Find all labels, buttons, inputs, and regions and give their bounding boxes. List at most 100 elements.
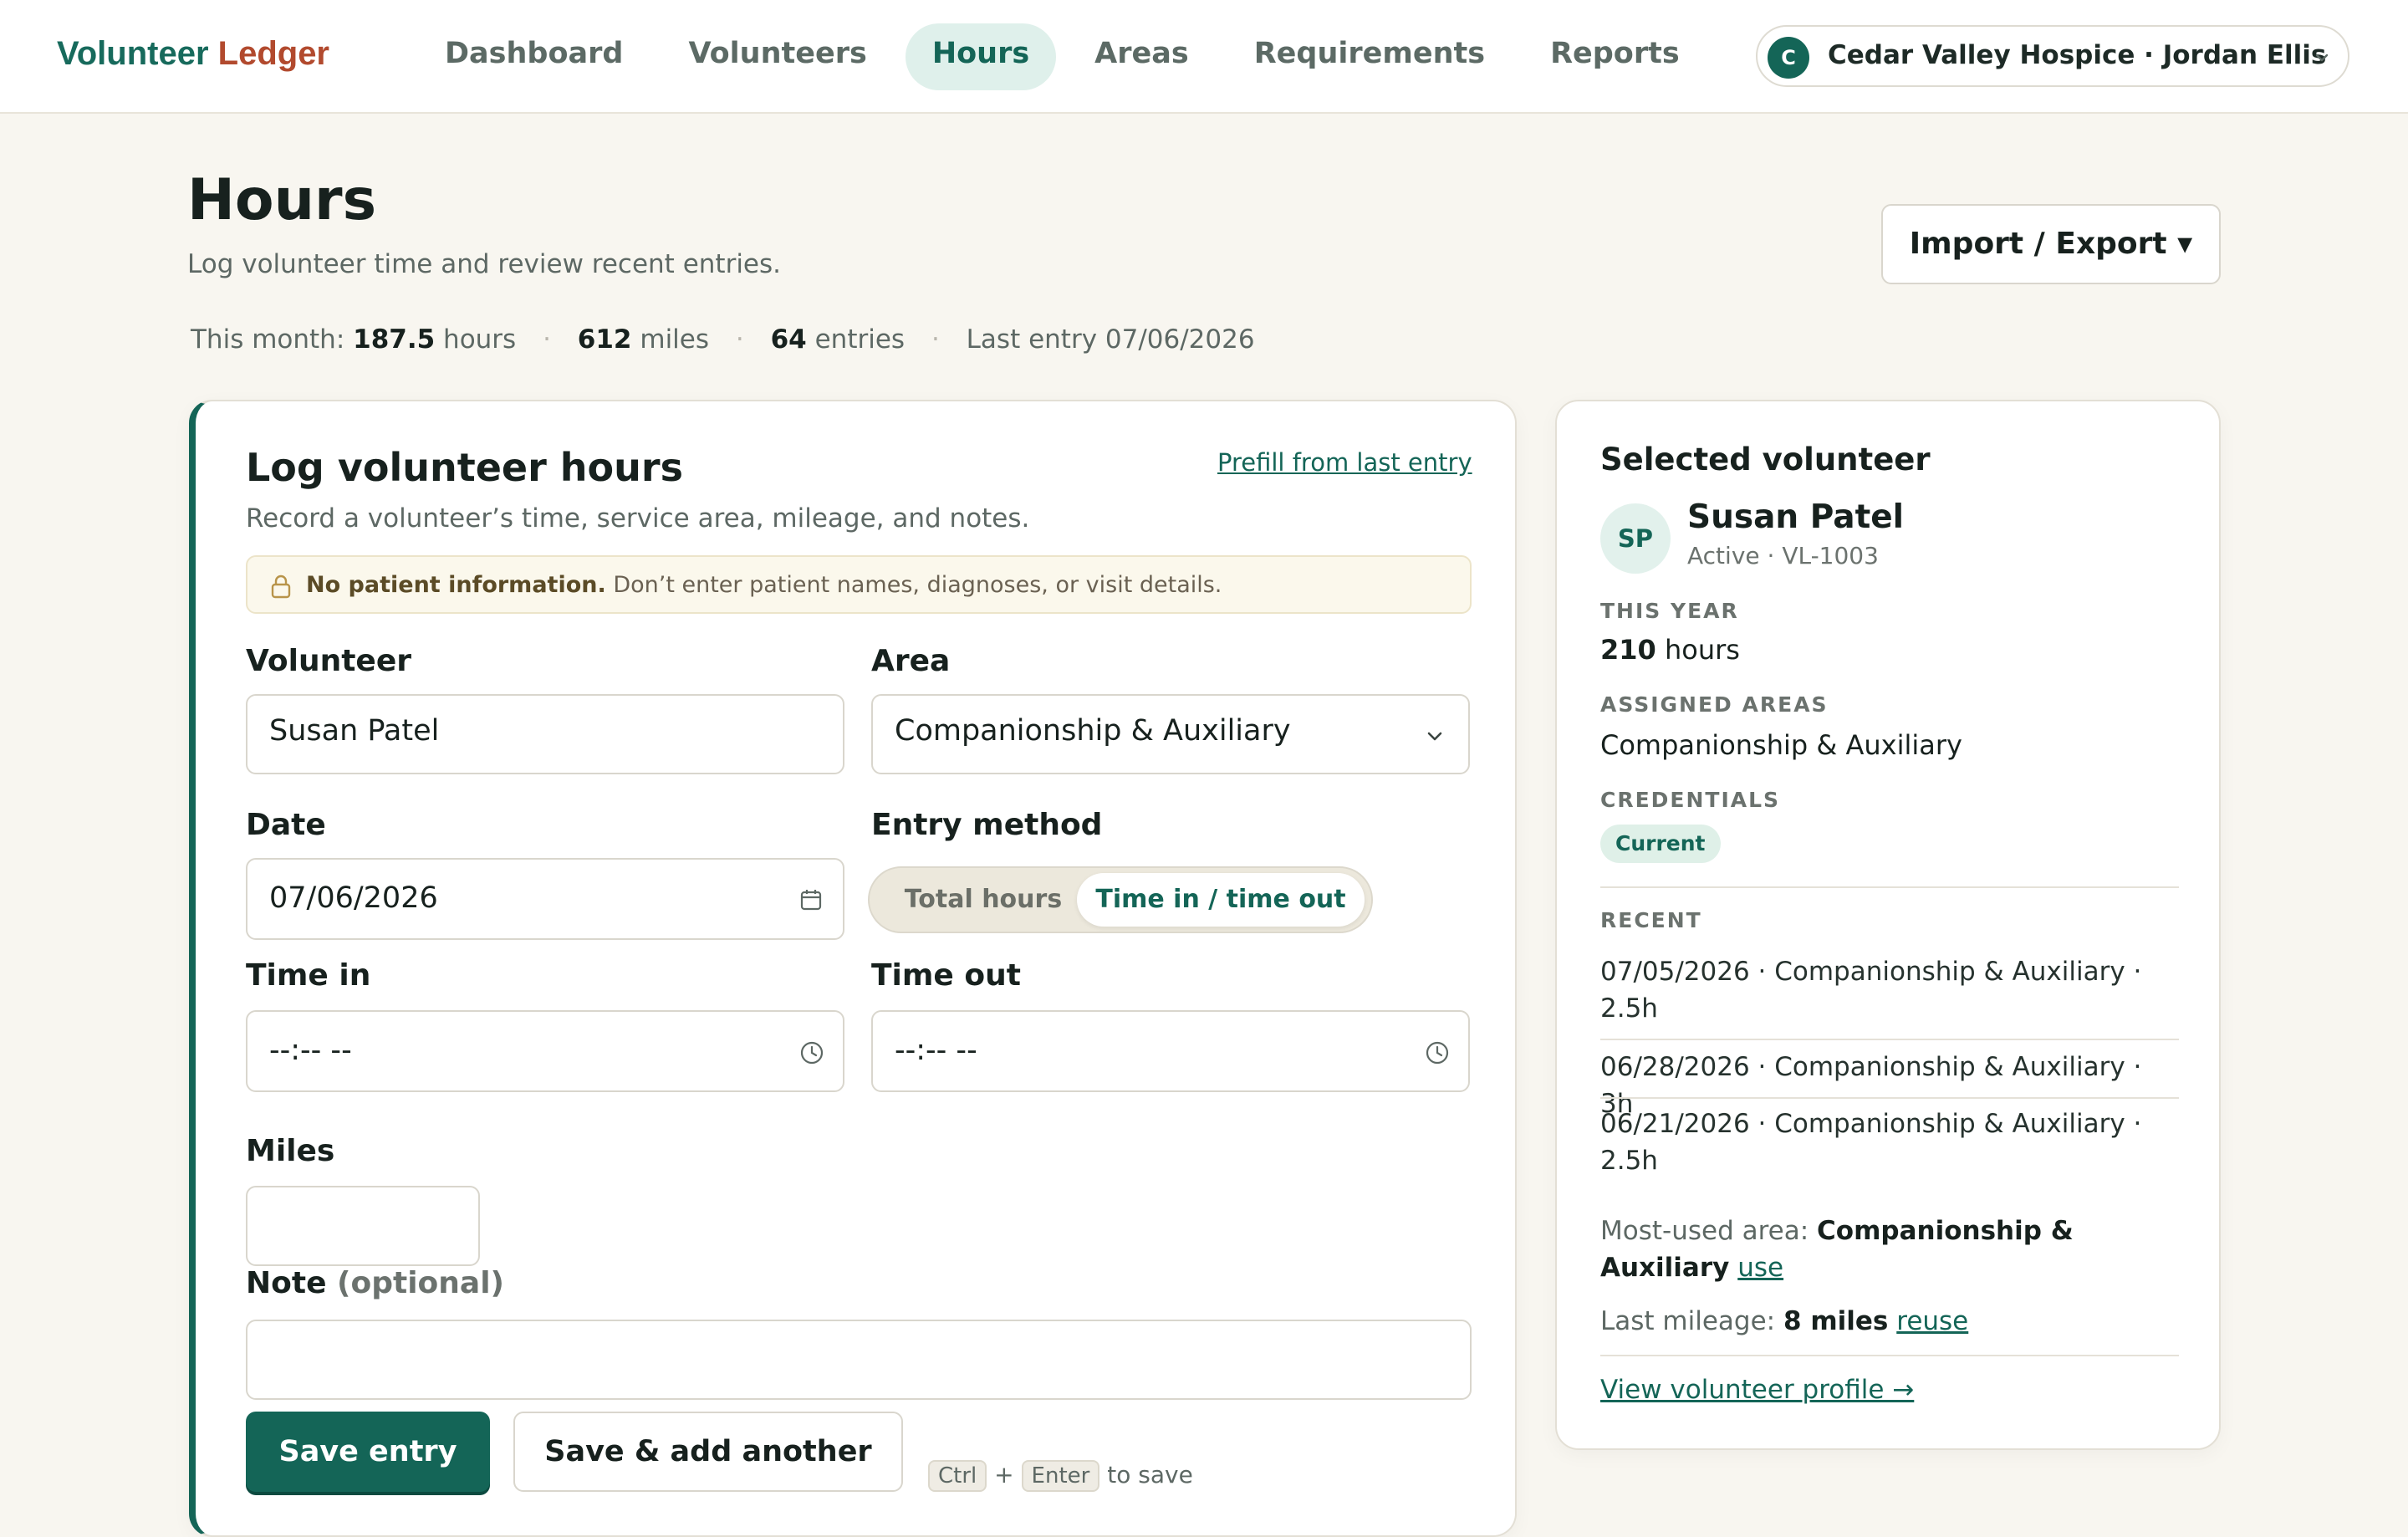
log-hours-card: Log volunteer hours Record a volunteer’s… [189, 400, 1517, 1537]
kbd-plus: + [994, 1461, 1014, 1488]
divider [1600, 1039, 2179, 1040]
stats-miles-value: 612 [577, 324, 632, 355]
clock-icon [1426, 1041, 1449, 1065]
assigned-areas-value: Companionship & Auxiliary [1600, 729, 1962, 761]
time-in-label: Time in [246, 958, 371, 993]
shortcut-suffix: to save [1107, 1461, 1193, 1488]
calendar-icon[interactable] [799, 888, 823, 911]
keyboard-shortcut-hint: Ctrl + Enter to save [928, 1460, 1193, 1492]
logo-part-2: Ledger [217, 35, 329, 72]
kbd-ctrl: Ctrl [928, 1460, 987, 1492]
entry-method-toggle: Total hours Time in / time out [868, 866, 1373, 933]
card-subtitle: Record a volunteer’s time, service area,… [246, 503, 1030, 534]
status-badge: Current [1600, 825, 1721, 863]
time-out-label: Time out [871, 958, 1021, 993]
org-account-label: Cedar Valley Hospice · Jordan Ellis [1828, 40, 2327, 70]
side-card-title: Selected volunteer [1600, 442, 1931, 477]
divider [1600, 1097, 2179, 1099]
this-year-hours: 210 [1600, 634, 1656, 666]
privacy-notice: No patient information. Don’t enter pati… [246, 555, 1472, 614]
area-select-value: Companionship & Auxiliary [895, 714, 1291, 748]
volunteer-status: Active · VL-1003 [1687, 542, 1879, 569]
volunteer-name: Susan Patel [1687, 498, 1905, 536]
view-volunteer-profile-link[interactable]: View volunteer profile → [1600, 1375, 1914, 1405]
stats-entries-unit: entries [814, 324, 906, 355]
stats-prefix: This month: [191, 324, 345, 355]
org-avatar: C [1768, 37, 1809, 79]
this-year-value: 210 hours [1600, 634, 1740, 666]
time-in-placeholder: --:-- -- [269, 1034, 352, 1067]
chevron-down-icon [1427, 732, 1442, 741]
area-label: Area [871, 644, 951, 678]
note-optional-hint: (optional) [337, 1266, 504, 1300]
volunteer-label: Volunteer [246, 644, 412, 678]
miles-label: Miles [246, 1134, 335, 1168]
reuse-mileage-link[interactable]: reuse [1896, 1306, 1968, 1336]
time-out-placeholder: --:-- -- [895, 1034, 977, 1067]
time-out-input[interactable]: --:-- -- [871, 1010, 1470, 1092]
privacy-notice-detail: Don’t enter patient names, diagnoses, or… [613, 572, 1222, 598]
stats-entries-value: 64 [770, 324, 807, 355]
assigned-areas-label: ASSIGNED AREAS [1600, 692, 1829, 717]
card-title: Log volunteer hours [246, 445, 683, 490]
note-label: Note (optional) [246, 1266, 504, 1300]
recent-entry[interactable]: 06/21/2026 · Companionship & Auxiliary ·… [1600, 1106, 2179, 1179]
date-input[interactable]: 07/06/2026 [246, 858, 844, 940]
last-mileage-prefix: Last mileage: [1600, 1306, 1776, 1336]
kbd-enter: Enter [1021, 1460, 1100, 1492]
chevron-down-icon [2315, 54, 2329, 62]
this-year-label: THIS YEAR [1600, 599, 1739, 623]
most-used-prefix: Most-used area: [1600, 1216, 1809, 1246]
privacy-notice-strong: No patient information. [306, 572, 606, 598]
use-area-link[interactable]: use [1737, 1253, 1783, 1283]
recent-entry[interactable]: 07/05/2026 · Companionship & Auxiliary ·… [1600, 953, 2179, 1027]
nav-reports[interactable]: Reports [1523, 23, 1707, 90]
logo-part-1: Volunteer [57, 35, 209, 72]
top-bar: Volunteer Ledger Dashboard Volunteers Ho… [0, 0, 2408, 114]
import-export-button[interactable]: Import / Export ▾ [1881, 204, 2221, 284]
entry-method-total-hours[interactable]: Total hours [885, 873, 1082, 927]
this-year-unit: hours [1664, 634, 1740, 666]
org-account-switcher[interactable]: C Cedar Valley Hospice · Jordan Ellis [1756, 25, 2349, 87]
date-input-value: 07/06/2026 [269, 881, 438, 915]
page-title: Hours [187, 167, 377, 233]
volunteer-input[interactable]: Susan Patel [246, 694, 844, 774]
separator-dot: · [735, 324, 744, 355]
nav-dashboard[interactable]: Dashboard [418, 23, 650, 90]
stats-last-entry: Last entry 07/06/2026 [966, 324, 1255, 355]
note-input[interactable] [246, 1320, 1472, 1400]
privacy-notice-text: No patient information. Don’t enter pati… [306, 572, 1222, 598]
app-logo[interactable]: Volunteer Ledger [57, 35, 329, 73]
monthly-stats: This month: 187.5 hours · 612 miles · 64… [191, 324, 1255, 355]
last-mileage-value: 8 miles [1783, 1306, 1889, 1336]
save-and-add-another-button[interactable]: Save & add another [513, 1412, 903, 1492]
lock-icon [271, 574, 291, 599]
nav-hours[interactable]: Hours [905, 23, 1057, 90]
nav-requirements[interactable]: Requirements [1227, 23, 1512, 90]
most-used-area: Most-used area: Companionship & Auxiliar… [1600, 1213, 2179, 1286]
volunteer-input-value: Susan Patel [269, 714, 440, 748]
nav-volunteers[interactable]: Volunteers [661, 23, 893, 90]
selected-volunteer-card: Selected volunteer SP Susan Patel Active… [1555, 400, 2221, 1450]
clock-icon [800, 1041, 824, 1065]
avatar: SP [1600, 503, 1671, 574]
entry-method-label: Entry method [871, 808, 1103, 842]
divider [1600, 886, 2179, 888]
miles-input[interactable] [246, 1186, 480, 1266]
nav-areas[interactable]: Areas [1068, 23, 1216, 90]
stats-hours-value: 187.5 [353, 324, 436, 355]
page-subtitle: Log volunteer time and review recent ent… [187, 249, 782, 279]
stats-miles-unit: miles [640, 324, 710, 355]
separator-dot: · [543, 324, 551, 355]
credentials-label: CREDENTIALS [1600, 788, 1781, 812]
area-select[interactable]: Companionship & Auxiliary [871, 694, 1470, 774]
recent-label: RECENT [1600, 908, 1702, 932]
separator-dot: · [931, 324, 940, 355]
last-mileage: Last mileage: 8 miles reuse [1600, 1303, 2179, 1340]
prefill-from-last-entry-link[interactable]: Prefill from last entry [1217, 448, 1472, 477]
entry-method-time-in-out[interactable]: Time in / time out [1077, 873, 1365, 927]
divider [1600, 1355, 2179, 1356]
main-nav: Dashboard Volunteers Hours Areas Require… [418, 23, 1718, 90]
save-entry-button[interactable]: Save entry [246, 1412, 490, 1492]
time-in-input[interactable]: --:-- -- [246, 1010, 844, 1092]
